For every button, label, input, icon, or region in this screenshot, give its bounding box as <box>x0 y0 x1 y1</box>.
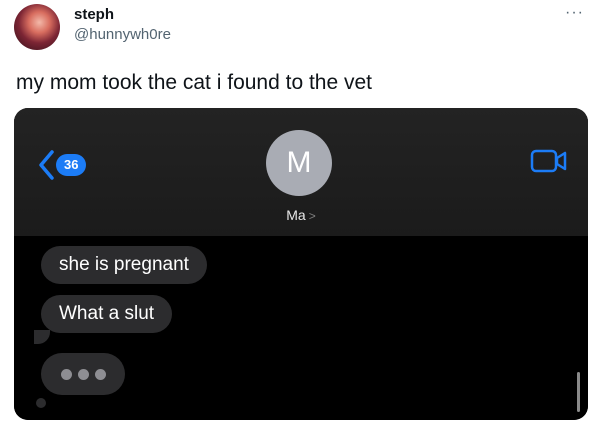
typing-dot <box>94 368 106 380</box>
tweet-display-name[interactable]: steph <box>74 6 114 23</box>
tweet-text: my mom took the cat i found to the vet <box>16 71 373 94</box>
typing-dot <box>60 368 72 380</box>
chevron-right-icon: > <box>308 209 316 223</box>
more-options-icon[interactable]: ··· <box>565 4 584 22</box>
tweet-avatar[interactable] <box>14 4 60 50</box>
typing-dot <box>77 368 89 380</box>
scrollbar[interactable] <box>577 372 580 412</box>
typing-indicator-tail <box>36 398 46 408</box>
contact-avatar[interactable]: M <box>266 130 332 196</box>
back-button[interactable]: 36 <box>38 150 87 180</box>
message-thread: she is pregnant What a slut <box>14 236 588 420</box>
chevron-left-icon <box>38 150 54 180</box>
facetime-video-button[interactable] <box>530 148 568 179</box>
contact-name[interactable]: Ma > <box>14 207 588 223</box>
message-bubble[interactable]: What a slut <box>41 295 173 333</box>
message-bubble[interactable]: she is pregnant <box>41 246 207 284</box>
contact-name-label: Ma <box>286 207 306 223</box>
bubble-tail <box>34 330 50 344</box>
tweet-media-screenshot[interactable]: 36 M Ma > she is pregnant What a slut <box>14 108 588 420</box>
tweet-handle[interactable]: @hunnywh0re <box>74 26 171 43</box>
imessage-header: 36 M Ma > <box>14 108 588 236</box>
typing-indicator <box>41 353 125 395</box>
video-camera-icon <box>530 149 568 178</box>
unread-count-badge: 36 <box>56 154 87 176</box>
